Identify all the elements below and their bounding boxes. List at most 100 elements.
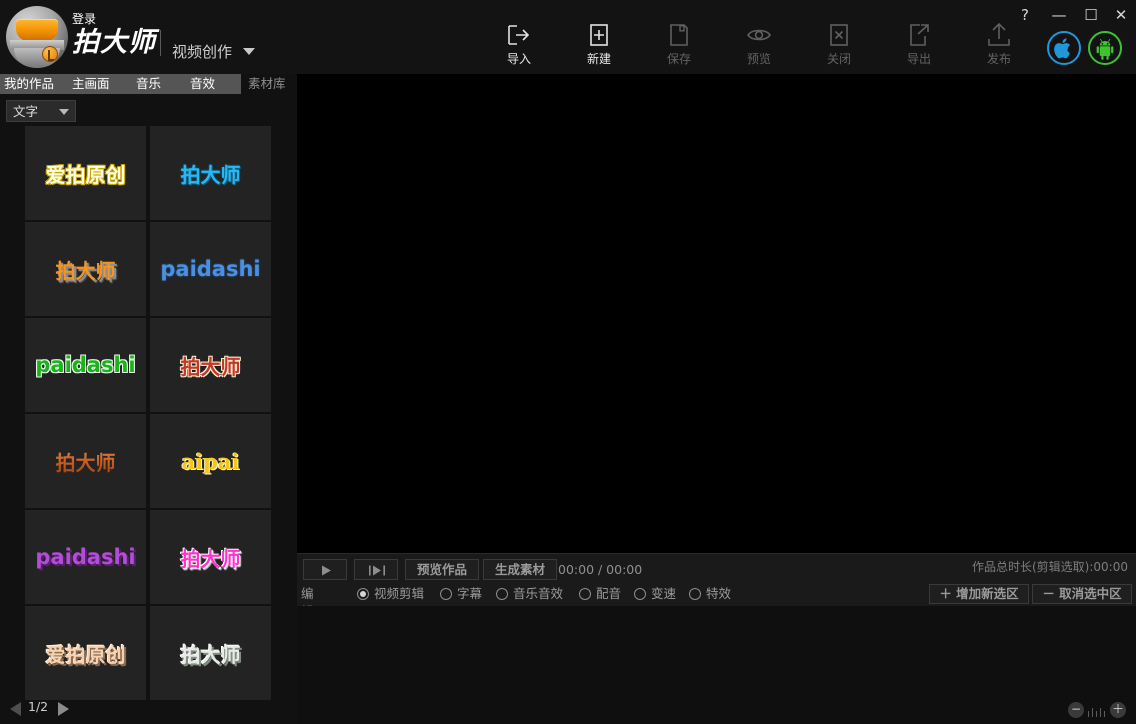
thumbnail-text: 爱拍原创 xyxy=(45,162,126,187)
text-style-thumbnail[interactable]: 拍大师 xyxy=(150,510,271,604)
minimize-button[interactable]: — xyxy=(1046,4,1072,26)
text-style-thumbnail[interactable]: aipai xyxy=(150,414,271,508)
arrow-left-icon[interactable] xyxy=(10,702,21,716)
material-sidebar: 我的作品 主画面 音乐 音效 素材库 文字 爱拍原创 拍大师 拍大师 paidashi paid… xyxy=(0,74,297,724)
thumbnail-text: 拍大师 xyxy=(180,354,241,379)
zoom-in-icon[interactable]: ＋ xyxy=(1110,702,1126,718)
text-style-thumbnail[interactable]: 爱拍原创 xyxy=(25,606,146,700)
app-window: 登录 拍大师 视频创作 导入 新建 保存 预览 关闭 导出 发布 ? — ☐ ✕ xyxy=(0,0,1136,724)
page-indicator: 1/2 xyxy=(28,699,49,714)
close-button[interactable]: ✕ xyxy=(1108,4,1134,26)
timeline-track-area[interactable] xyxy=(297,606,1136,724)
thumbnail-text: 拍大师 xyxy=(56,447,116,476)
toolbar-button-import[interactable]: 导入 xyxy=(489,22,549,66)
text-style-thumbnail[interactable]: paidashi xyxy=(150,222,271,316)
toolbar-button-new-file[interactable]: 新建 xyxy=(569,22,629,66)
step-frame-button[interactable] xyxy=(354,559,398,580)
category-select-value: 文字 xyxy=(13,104,39,119)
category-select[interactable]: 文字 xyxy=(6,100,76,122)
pagination: 1/2 xyxy=(6,696,126,720)
radio-label: 配音 xyxy=(596,586,622,601)
radio-dot xyxy=(496,588,508,600)
thumbnail-text: paidashi xyxy=(35,545,136,569)
generate-material-button[interactable]: 生成素材 xyxy=(483,559,557,580)
thumbnail-text: 拍大师 xyxy=(180,642,241,667)
toolbar-button-save-disk[interactable]: 保存 xyxy=(649,22,709,66)
edit-view-radio-4[interactable]: 变速 xyxy=(634,585,693,603)
help-button[interactable]: ? xyxy=(1012,4,1038,26)
edit-view-radio-5[interactable]: 特效 xyxy=(689,585,748,603)
page-title: 拍大师 xyxy=(72,27,156,58)
thumbnail-text: 拍大师 xyxy=(55,258,116,283)
radio-label: 特效 xyxy=(706,586,732,601)
text-style-thumbnail[interactable]: paidashi xyxy=(25,318,146,412)
text-style-thumbnail[interactable]: 拍大师 xyxy=(150,318,271,412)
text-style-thumbnail[interactable]: 拍大师 xyxy=(150,606,271,700)
toolbar-button-label: 发布 xyxy=(986,52,1011,66)
logo-badge xyxy=(42,46,58,62)
thumbnail-text: 爱拍原创 xyxy=(45,642,126,667)
thumbnail-text: 拍大师 xyxy=(180,546,241,571)
text-style-thumbnail[interactable]: 拍大师 xyxy=(25,414,146,508)
toolbar-button-label: 保存 xyxy=(666,52,691,66)
zoom-out-icon[interactable]: − xyxy=(1068,702,1084,718)
toolbar-button-label: 关闭 xyxy=(826,52,851,66)
mode-switch-label[interactable]: 视频创作 xyxy=(172,41,232,62)
upload-icon xyxy=(986,22,1012,48)
text-style-thumbnail[interactable]: 爱拍原创 xyxy=(25,126,146,220)
sidebar-tab-3[interactable]: 音效 xyxy=(190,74,222,94)
toolbar-button-label: 导入 xyxy=(506,52,531,66)
add-region-button[interactable]: ＋ 增加新选区 xyxy=(929,584,1029,604)
toolbar-button-label: 预览 xyxy=(746,52,771,66)
sidebar-tab-2[interactable]: 音乐 xyxy=(136,74,168,94)
radio-label: 视频剪辑 xyxy=(374,586,425,601)
close-file-icon xyxy=(826,22,852,48)
remove-region-button[interactable]: － 取消选中区 xyxy=(1032,584,1132,604)
play-button[interactable] xyxy=(303,559,347,580)
edit-view-radio-2[interactable]: 音乐音效 xyxy=(496,585,583,603)
radio-label: 变速 xyxy=(651,586,677,601)
playback-control-bar: 预览作品 生成素材 00:00 / 00:00 作品总时长(剪辑选取):00:0… xyxy=(297,553,1136,655)
save-disk-icon xyxy=(666,22,692,48)
thumbnail-text: 拍大师 xyxy=(180,162,241,187)
sidebar-tab-4[interactable]: 素材库 xyxy=(248,74,290,94)
text-style-thumbnail[interactable]: 拍大师 xyxy=(25,222,146,316)
toolbar-button-close-file[interactable]: 关闭 xyxy=(809,22,869,66)
edit-view-radio-1[interactable]: 字幕 xyxy=(440,585,499,603)
title-bar: 登录 拍大师 视频创作 导入 新建 保存 预览 关闭 导出 发布 ? — ☐ ✕ xyxy=(0,0,1136,74)
sidebar-tabs: 我的作品 主画面 音乐 音效 素材库 xyxy=(0,74,297,94)
chevron-down-icon[interactable] xyxy=(243,48,255,55)
export-icon xyxy=(906,22,932,48)
toolbar-button-upload[interactable]: 发布 xyxy=(969,22,1029,66)
preview-work-button[interactable]: 预览作品 xyxy=(405,559,479,580)
eye-icon xyxy=(746,22,772,48)
radio-label: 音乐音效 xyxy=(513,586,564,601)
import-icon xyxy=(506,22,532,48)
chevron-down-icon xyxy=(59,109,69,115)
maximize-button[interactable]: ☐ xyxy=(1078,4,1104,26)
login-link[interactable]: 登录 xyxy=(72,10,96,27)
thumbnail-text: aipai xyxy=(181,448,240,474)
text-style-thumbnail[interactable]: paidashi xyxy=(25,510,146,604)
new-file-icon xyxy=(586,22,612,48)
radio-dot xyxy=(440,588,452,600)
sidebar-tab-0[interactable]: 我的作品 xyxy=(4,74,64,94)
android-icon[interactable] xyxy=(1088,31,1122,65)
logo-visor xyxy=(16,19,58,41)
text-style-thumbnail[interactable]: 拍大师 xyxy=(150,126,271,220)
edit-view-radio-3[interactable]: 配音 xyxy=(579,585,638,603)
radio-dot xyxy=(579,588,591,600)
apple-icon[interactable] xyxy=(1047,31,1081,65)
toolbar-button-eye[interactable]: 预览 xyxy=(729,22,789,66)
radio-dot xyxy=(357,588,369,600)
radio-label: 字幕 xyxy=(457,586,483,601)
total-duration-label: 作品总时长(剪辑选取):00:00 xyxy=(972,560,1128,574)
video-preview-canvas[interactable] xyxy=(297,74,1136,553)
sidebar-tab-1[interactable]: 主画面 xyxy=(72,74,118,94)
arrow-right-icon[interactable] xyxy=(58,702,69,716)
toolbar-button-export[interactable]: 导出 xyxy=(889,22,949,66)
edit-view-radio-0[interactable]: 视频剪辑 xyxy=(357,585,444,603)
zoom-slider-icon[interactable] xyxy=(1088,703,1106,717)
divider xyxy=(160,30,161,56)
thumbnail-grid: 爱拍原创 拍大师 拍大师 paidashi paidashi 拍大师 拍大师 aipai pai… xyxy=(25,126,275,702)
